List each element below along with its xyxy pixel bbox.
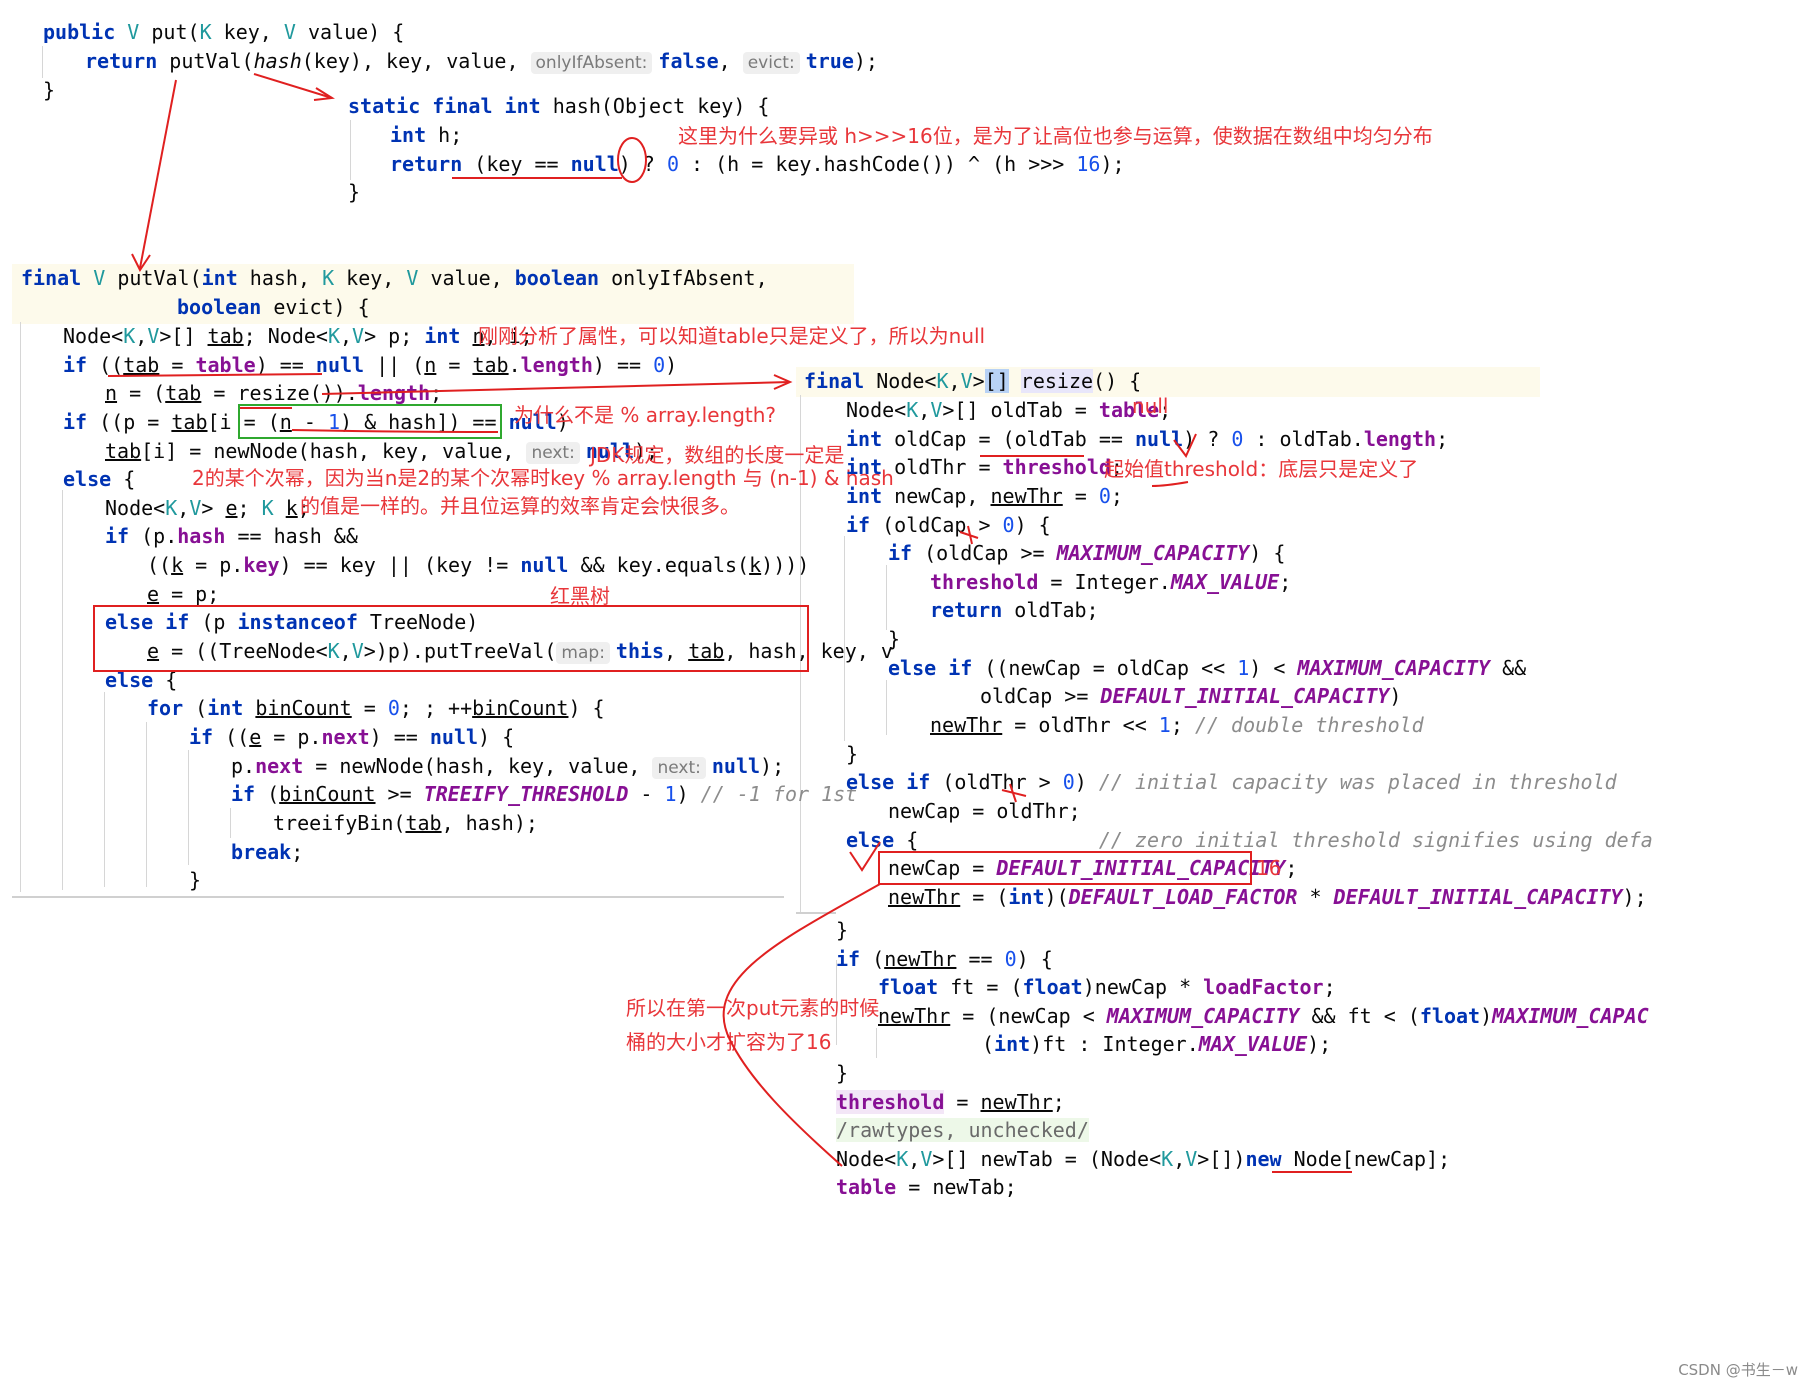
indent-guide [20, 322, 21, 892]
indent-guide [104, 692, 105, 887]
sixteen-note: 16 [1256, 856, 1282, 880]
table-null-note: 刚刚分析了属性，可以知道table只是定义了，所以为null [478, 324, 986, 348]
param-hint: next: [526, 442, 580, 464]
tree-node-highlight-box [93, 605, 809, 672]
code-line: table = newTab; [836, 1175, 1017, 1199]
code-line: return putVal(hash(key), key, value, onl… [85, 49, 878, 74]
indent-guide [886, 680, 887, 735]
indent-guide [230, 808, 231, 838]
code-line: treeifyBin(tab, hash); [273, 811, 538, 835]
code-line: (int)ft : Integer.MAX_VALUE); [982, 1032, 1332, 1056]
code-line: final V putVal(int hash, K key, V value,… [21, 266, 768, 290]
first-put-note-2: 桶的大小才扩容为了16 [626, 1030, 832, 1054]
old-tab-null-note: null [1132, 394, 1169, 418]
param-hint: evict: [742, 52, 800, 74]
param-hint: next: [652, 757, 706, 779]
hash-reason-note: 这里为什么要异或 h>>>16位，是为了让高位也参与运算，使数据在数组中均匀分布 [678, 124, 1433, 148]
indent-guide [62, 490, 63, 890]
code-line: } [43, 78, 56, 102]
code-line: newThr = oldThr << 1; // double threshol… [930, 713, 1424, 737]
param-hint: onlyIfAbsent: [530, 52, 653, 74]
indent-guide [886, 565, 887, 630]
watermark: CSDN @书生－w [1678, 1361, 1798, 1379]
code-line: ((k = p.key) == key || (key != null && k… [147, 553, 810, 577]
indent-guide [350, 120, 351, 180]
indent-guide [876, 1028, 877, 1058]
first-put-note-1: 所以在第一次put元素的时候 [626, 996, 880, 1020]
code-separator [796, 912, 836, 914]
code-line: } [348, 180, 361, 204]
code-line: break; [231, 840, 304, 864]
code-line: return (key == null) ? 0 : (h = key.hash… [390, 152, 1125, 176]
jdk-rule-note-2: 2的某个次幂，因为当n是2的某个次幂时key % array.length 与 … [192, 466, 894, 490]
index-expression-highlight-box [238, 404, 502, 439]
jdk-rule-note-3: 的值是一样的。并且位运算的效率肯定会快很多。 [300, 494, 740, 518]
why-not-mod-note: 为什么不是 % array.length? [514, 403, 777, 427]
code-line: return oldTab; [930, 598, 1099, 622]
indent-guide [146, 722, 147, 887]
indent-guide [188, 750, 189, 865]
code-separator [12, 896, 784, 898]
threshold-note: 起始值threshold：底层只是定义了 [1104, 457, 1419, 481]
default-capacity-highlight-box [878, 851, 1252, 885]
code-line: } [189, 868, 202, 892]
code-line: newThr = (int)(DEFAULT_LOAD_FACTOR * DEF… [888, 885, 1647, 909]
